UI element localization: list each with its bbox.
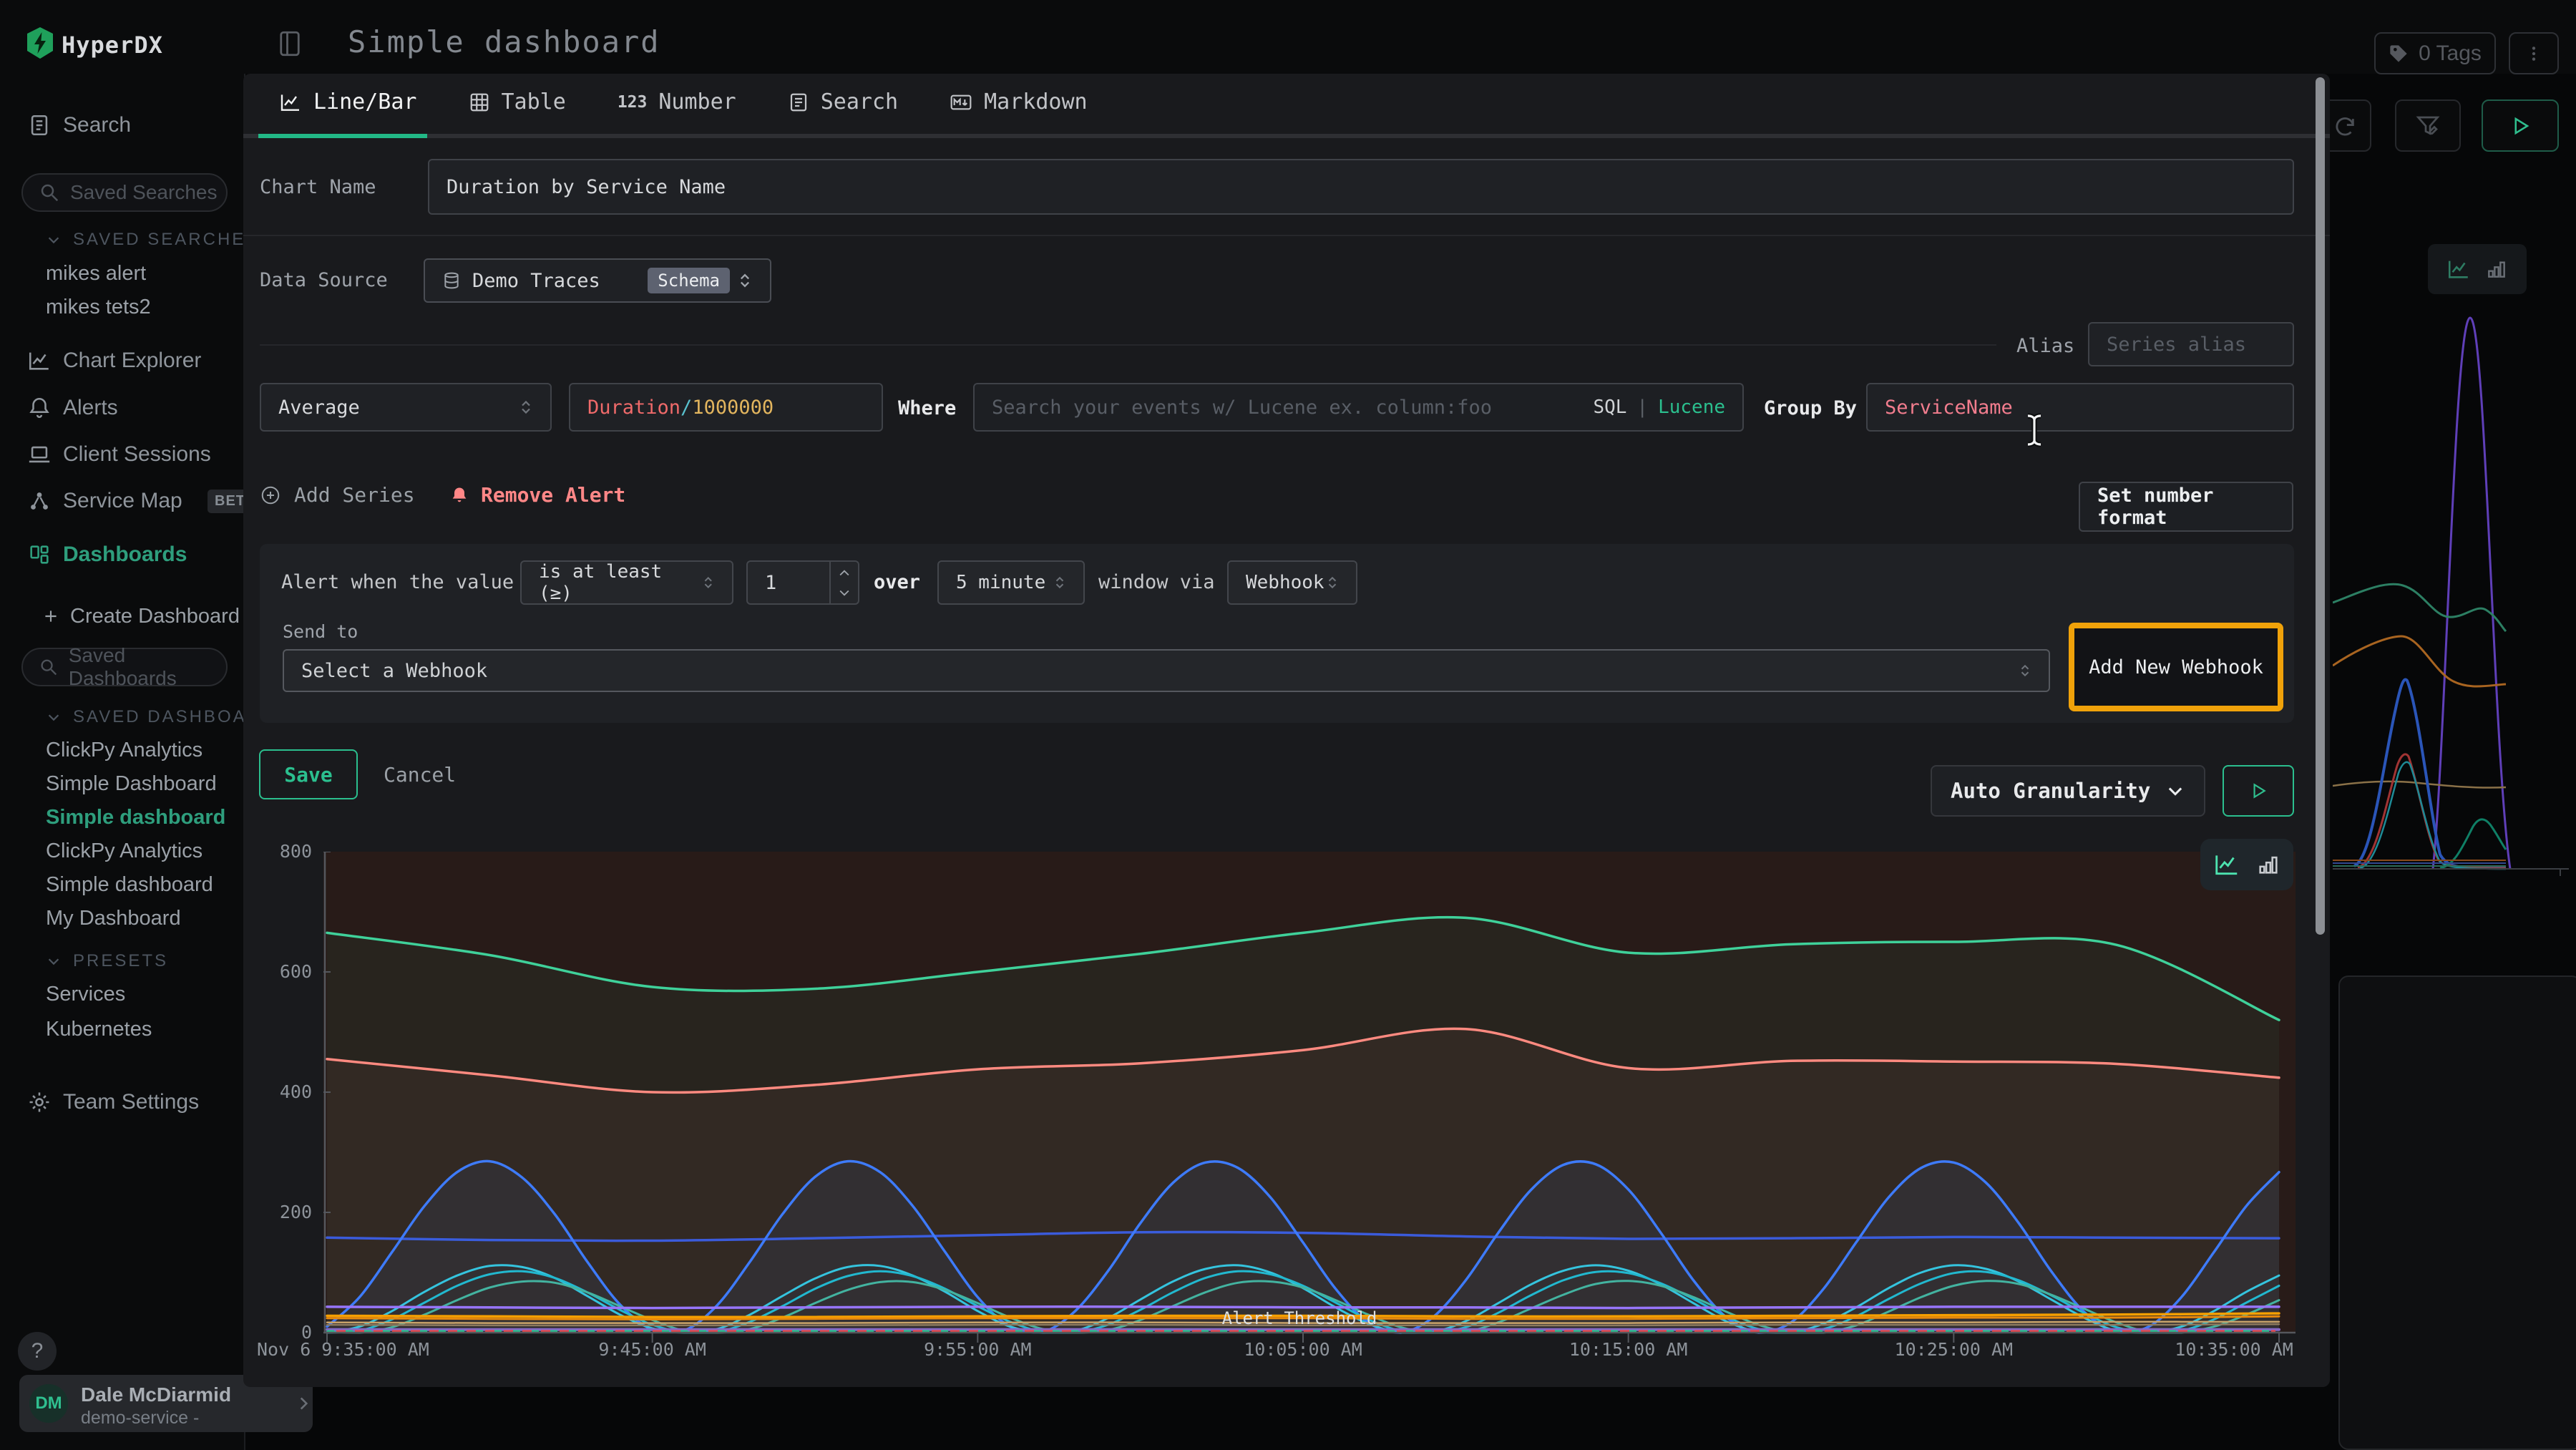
saved-dashboard-link-active[interactable]: Simple dashboard xyxy=(46,806,225,829)
laptop-icon xyxy=(27,442,52,467)
x-axis-tick-label: 9:55:00 AM xyxy=(924,1339,1032,1360)
top-bar: HyperDX Simple dashboard 0 Tags xyxy=(0,0,2576,74)
avatar: DM xyxy=(29,1384,68,1423)
x-axis-tick-label: 10:35:00 AM xyxy=(2175,1339,2293,1360)
saved-dashboard-link[interactable]: ClickPy Analytics xyxy=(46,739,203,762)
sidebar: Search Saved Searches SAVED SEARCHES mik… xyxy=(0,74,245,1450)
beta-badge: BETA xyxy=(208,490,245,513)
line-chart xyxy=(323,852,2296,1353)
saved-dashboard-link[interactable]: ClickPy Analytics xyxy=(46,840,203,863)
sidebar-item-chart-explorer[interactable]: Chart Explorer xyxy=(0,341,245,381)
saved-dashboard-link[interactable]: My Dashboard xyxy=(46,907,181,930)
saved-dashboards-input[interactable]: Saved Dashboards xyxy=(21,648,228,686)
sidebar-item-search[interactable]: Search xyxy=(0,105,245,145)
gear-icon xyxy=(27,1090,52,1114)
bar-chart-icon xyxy=(2485,258,2508,281)
saved-dashboard-link[interactable]: Simple dashboard xyxy=(46,873,213,897)
y-axis-tick-label: 200 xyxy=(255,1202,312,1222)
service-map-icon xyxy=(27,489,52,513)
sidebar-item-dashboards[interactable]: Dashboards xyxy=(0,535,245,575)
refresh-icon xyxy=(2333,114,2357,138)
x-axis-tick-label: 10:05:00 AM xyxy=(1244,1339,1362,1360)
saved-searches-placeholder: Saved Searches xyxy=(70,181,217,204)
saved-searches-input[interactable]: Saved Searches xyxy=(21,173,228,212)
more-menu-button[interactable] xyxy=(2509,32,2559,74)
saved-dashboard-link[interactable]: Simple Dashboard xyxy=(46,772,217,796)
x-axis-tick-label: 9:45:00 AM xyxy=(598,1339,706,1360)
x-axis-tick-label: Nov 6 9:35:00 AM xyxy=(257,1339,429,1360)
x-axis-tick-label: 10:25:00 AM xyxy=(1895,1339,2014,1360)
chevron-right-icon xyxy=(294,1394,313,1413)
tags-label: 0 Tags xyxy=(2419,42,2482,66)
preset-link[interactable]: Services xyxy=(46,983,125,1006)
user-name: Dale McDiarmid xyxy=(81,1383,231,1406)
dashboards-icon xyxy=(27,542,52,567)
alert-threshold-label: Alert Threshold xyxy=(1222,1308,1377,1328)
y-axis-tick-label: 800 xyxy=(255,841,312,862)
chevron-down-icon xyxy=(46,953,62,969)
chart-explorer-icon xyxy=(27,349,52,373)
bell-icon xyxy=(27,396,52,420)
background-chart-type-toggle[interactable] xyxy=(2428,244,2527,294)
chart-type-toggle[interactable] xyxy=(2200,839,2293,890)
filter-edit-icon xyxy=(2415,113,2441,139)
saved-searches-header[interactable]: SAVED SEARCHES xyxy=(46,230,245,250)
sidebar-collapse-icon[interactable] xyxy=(275,29,305,59)
background-panel xyxy=(2338,975,2576,1450)
edit-chart-modal: Line/Bar Table 123 Number Search Markdow… xyxy=(243,74,2330,1387)
dashboard-run-button[interactable] xyxy=(2482,99,2559,152)
search-doc-icon xyxy=(27,113,52,137)
presets-header[interactable]: PRESETS xyxy=(46,951,168,971)
y-axis-tick-label: 600 xyxy=(255,961,312,982)
tag-icon xyxy=(2389,44,2409,64)
help-button[interactable]: ? xyxy=(18,1332,57,1371)
page-title: Simple dashboard xyxy=(348,24,660,59)
text-cursor-pointer xyxy=(2024,412,2045,449)
series-service-purple xyxy=(327,1307,2279,1308)
magnifier-icon xyxy=(39,656,59,678)
modal-scrollbar[interactable] xyxy=(2316,77,2325,935)
background-dashboard-chart xyxy=(2333,308,2576,880)
user-subtitle: demo-service - xyxy=(81,1408,199,1429)
chart-preview: Alert Threshold 0200400600800Nov 6 9:35:… xyxy=(243,74,2330,1387)
chevron-down-icon xyxy=(46,709,62,725)
chevron-down-icon xyxy=(46,232,62,248)
brand-label: HyperDX xyxy=(62,31,163,59)
sidebar-item-service-map[interactable]: Service Map BETA xyxy=(0,481,245,521)
saved-search-link[interactable]: mikes alert xyxy=(46,262,146,286)
bar-chart-icon xyxy=(2256,852,2280,877)
saved-dashboards-header[interactable]: SAVED DASHBOARDS xyxy=(46,707,245,727)
preset-link[interactable]: Kubernetes xyxy=(46,1018,152,1041)
line-chart-icon xyxy=(2213,851,2240,878)
line-chart-icon xyxy=(2446,257,2471,281)
sidebar-item-team-settings[interactable]: Team Settings xyxy=(0,1082,245,1122)
create-dashboard-button[interactable]: Create Dashboard xyxy=(0,596,245,636)
magnifier-icon xyxy=(39,182,60,203)
hyperdx-logo-icon xyxy=(24,26,56,60)
tags-button[interactable]: 0 Tags xyxy=(2374,32,2496,74)
y-axis-tick-label: 400 xyxy=(255,1081,312,1102)
x-axis-tick-label: 10:15:00 AM xyxy=(1569,1339,1688,1360)
dots-vertical-icon xyxy=(2524,44,2543,63)
saved-dashboards-placeholder: Saved Dashboards xyxy=(69,644,226,690)
sidebar-item-alerts[interactable]: Alerts xyxy=(0,388,245,428)
filter-button[interactable] xyxy=(2395,99,2461,152)
play-icon xyxy=(2509,115,2531,137)
plus-icon xyxy=(42,607,60,626)
sidebar-item-client-sessions[interactable]: Client Sessions xyxy=(0,434,245,475)
saved-search-link[interactable]: mikes tets2 xyxy=(46,296,151,319)
